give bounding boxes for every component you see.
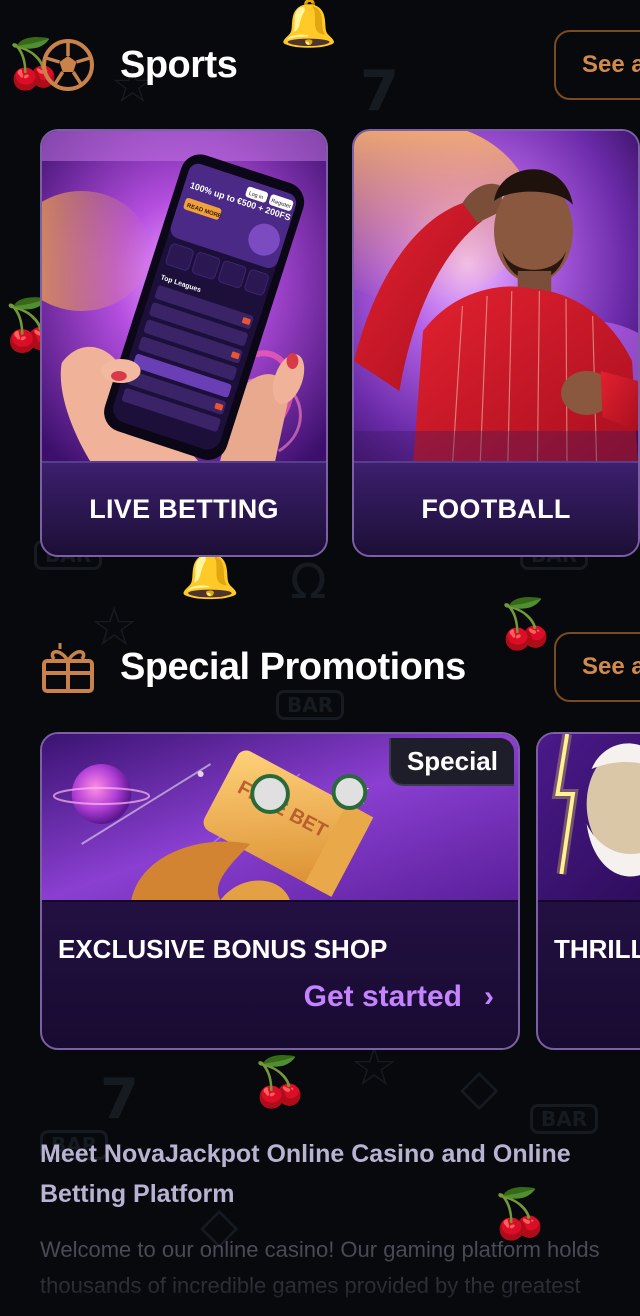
- live-betting-card[interactable]: 100% up to €500 + 200FS READ MORE Log in…: [40, 129, 328, 557]
- special-badge: Special: [388, 738, 514, 786]
- page: 🍒 🔔 7 ☆ 🍒 BAR 🔔 Ω BAR ☆ 🍒 BAR 7 🍒 ☆ ◇ BA…: [0, 0, 640, 1316]
- about-line-1: Welcome to our online casino! Our gaming…: [40, 1237, 600, 1262]
- thrill-promo-title: THRILL: [554, 934, 640, 964]
- football-image: [354, 131, 638, 463]
- horseshoe-icon: Ω: [290, 554, 327, 610]
- chevron-right-icon: ›: [484, 980, 494, 1013]
- get-started-link[interactable]: Get started ›: [304, 980, 494, 1014]
- sports-section-header: Sports See all: [40, 30, 640, 100]
- bar-icon: BAR: [530, 1104, 599, 1134]
- diamond-icon: ◇: [460, 1058, 499, 1116]
- sports-title: Sports: [120, 43, 238, 86]
- bonus-shop-title: EXCLUSIVE BONUS SHOP: [58, 934, 388, 964]
- seven-icon: 7: [100, 1067, 139, 1132]
- about-text: Welcome to our online casino! Our gaming…: [40, 1232, 640, 1304]
- zeus-image: [538, 734, 640, 900]
- promotions-title: Special Promotions: [120, 645, 466, 688]
- sports-see-all-button[interactable]: See all: [554, 30, 640, 100]
- football-card[interactable]: FOOTBALL: [352, 129, 640, 557]
- live-betting-image: 100% up to €500 + 200FS READ MORE Log in…: [42, 131, 326, 463]
- about-title: Meet NovaJackpot Online Casino and Onlin…: [40, 1140, 571, 1208]
- thrill-promo-card[interactable]: THRILL: [536, 732, 640, 1050]
- football-label: FOOTBALL: [421, 493, 571, 524]
- live-betting-label: LIVE BETTING: [89, 493, 279, 524]
- bonus-shop-card[interactable]: FREE BET Special EXCLUSIVE BONUS SHOP Ge…: [40, 732, 520, 1050]
- cherry-icon: 🍒: [250, 1054, 310, 1110]
- gift-icon: [42, 643, 94, 693]
- bell-icon: 🔔: [180, 546, 240, 602]
- promotions-section-header: Special Promotions See all: [40, 632, 640, 702]
- soccer-ball-icon: [42, 39, 94, 91]
- get-started-label: Get started: [303, 980, 462, 1013]
- promotions-see-all-button[interactable]: See all: [554, 632, 640, 702]
- about-line-2: thousands of incredible games provided b…: [40, 1273, 581, 1298]
